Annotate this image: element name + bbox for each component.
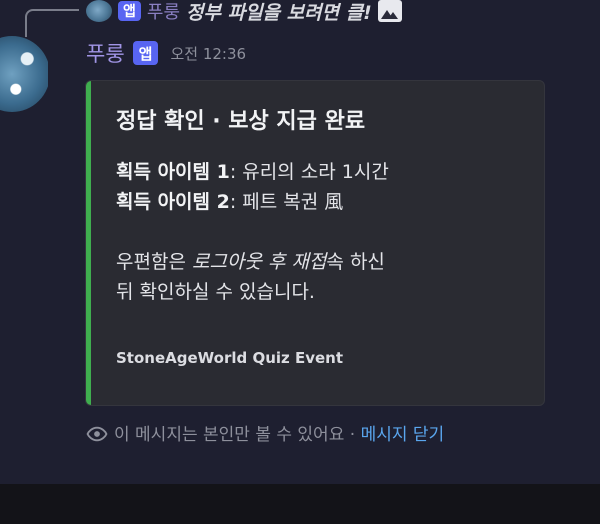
reply-username[interactable]: 푸룽 [147, 0, 180, 24]
ephemeral-text: 이 메시지는 본인만 볼 수 있어요 · [114, 425, 361, 445]
embed-accent-bar [86, 81, 91, 405]
item-1-line: 획득 아이템 1: 유리의 소라 1시간 [116, 157, 389, 187]
reply-app-badge: 앱 [118, 1, 141, 21]
eye-icon [86, 426, 108, 442]
embed-card: 정답 확인 · 보상 지급 완료 획득 아이템 1: 유리의 소라 1시간 획득… [85, 80, 545, 406]
notice-prefix: 우편함은 [116, 251, 192, 273]
dismiss-message-link[interactable]: 메시지 닫기 [361, 425, 445, 445]
notice-emphasis: 로그아웃 후 재접 [191, 251, 327, 273]
message-header: 푸룽 앱 오전 12:36 [86, 38, 246, 68]
chat-message-area: 앱 푸룽 정부 파일을 보려면 클! 푸룽 앱 오전 12:36 정답 확인 ·… [0, 0, 600, 524]
embed-description: 획득 아이템 1: 유리의 소라 1시간 획득 아이템 2: 페트 복권 風 우… [116, 157, 389, 307]
ephemeral-notice: 이 메시지는 본인만 볼 수 있어요 · 메시지 닫기 [86, 423, 546, 448]
reply-avatar[interactable] [86, 0, 112, 22]
timestamp: 오전 12:36 [170, 44, 247, 63]
reply-preview[interactable]: 앱 푸룽 정부 파일을 보려면 클! [86, 0, 402, 24]
notice-line-2: 뒤 확인하실 수 있습니다. [116, 281, 315, 303]
embed-footer: StoneAgeWorld Quiz Event [116, 349, 344, 367]
item-2-value: : 페트 복권 風 [229, 191, 344, 213]
notice-suffix: 속 하신 [326, 251, 385, 273]
username[interactable]: 푸룽 [86, 38, 125, 68]
image-icon [377, 0, 402, 22]
notice-line-1: 우편함은 로그아웃 후 재접속 하신 [116, 247, 389, 277]
reply-text[interactable]: 정부 파일을 보려면 클! [186, 0, 372, 25]
item-1-value: : 유리의 소라 1시간 [229, 161, 389, 183]
reply-connector [25, 9, 79, 37]
item-2-line: 획득 아이템 2: 페트 복권 風 [116, 187, 389, 217]
item-1-label: 획득 아이템 1 [116, 161, 230, 183]
composer-area [0, 484, 600, 524]
app-badge: 앱 [132, 41, 159, 65]
avatar[interactable] [0, 36, 48, 114]
embed-title: 정답 확인 · 보상 지급 완료 [116, 109, 366, 134]
item-2-label: 획득 아이템 2 [116, 191, 230, 213]
